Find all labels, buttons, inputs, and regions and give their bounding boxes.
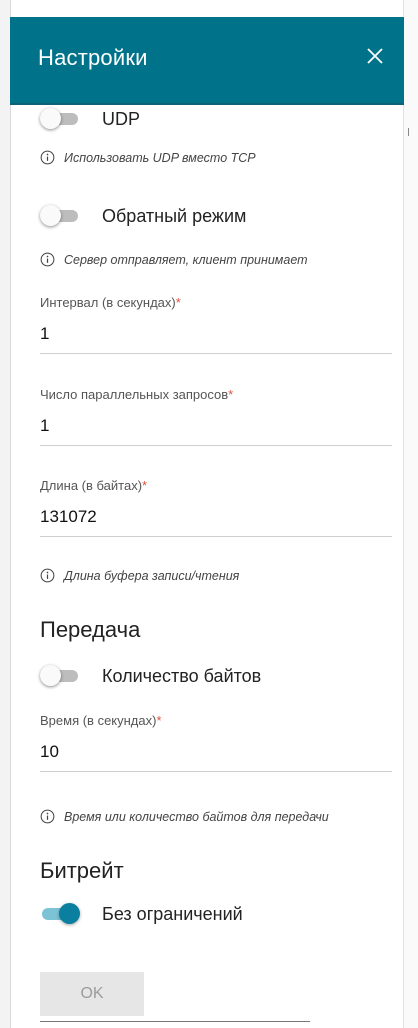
interval-label: Интервал (в секундах)* — [40, 295, 181, 310]
time-field: Время (в секундах)* 10 — [40, 713, 392, 772]
unlimited-label: Без ограничений — [102, 903, 243, 924]
footer-divider — [40, 1021, 310, 1022]
length-label: Длина (в байтах)* — [40, 478, 148, 493]
parallel-input[interactable]: 1 — [40, 416, 392, 436]
udp-hint-text: Использовать UDP вместо TCP — [64, 150, 256, 165]
left-edge — [0, 0, 11, 1028]
info-icon — [40, 809, 55, 824]
toggle-knob — [59, 903, 80, 924]
udp-label: UDP — [102, 108, 141, 129]
unlimited-row: Без ограничений — [40, 902, 243, 926]
ok-button[interactable]: OK — [40, 972, 144, 1016]
udp-toggle[interactable] — [40, 107, 80, 131]
length-hint: Длина буфера записи/чтения — [40, 568, 239, 583]
reverse-label: Обратный режим — [102, 205, 247, 226]
length-input[interactable]: 131072 — [40, 507, 392, 527]
dialog-header: Настройки — [10, 17, 404, 105]
bitrate-heading: Битрейт — [40, 858, 124, 883]
transfer-heading: Передача — [40, 617, 141, 642]
time-hint: Время или количество байтов для передачи — [40, 809, 329, 824]
toggle-knob — [40, 665, 61, 686]
time-hint-text: Время или количество байтов для передачи — [64, 809, 329, 824]
bytes-label: Количество байтов — [102, 665, 262, 686]
time-label: Время (в секундах)* — [40, 713, 162, 728]
reverse-row: Обратный режим — [40, 204, 246, 228]
udp-hint: Использовать UDP вместо TCP — [40, 150, 256, 165]
reverse-hint: Сервер отправляет, клиент принимает — [40, 252, 308, 267]
input-underline — [40, 353, 392, 354]
right-edge — [403, 0, 418, 1028]
interval-field: Интервал (в секундах)* 1 — [40, 295, 392, 354]
input-underline — [40, 771, 392, 772]
parallel-label: Число параллельных запросов* — [40, 387, 234, 402]
unlimited-toggle[interactable] — [40, 902, 80, 926]
udp-row: UDP — [40, 107, 140, 131]
bytes-toggle[interactable] — [40, 664, 80, 688]
input-underline — [40, 445, 392, 446]
reverse-toggle[interactable] — [40, 204, 80, 228]
edge-tick — [408, 128, 409, 136]
info-icon — [40, 252, 55, 267]
time-input[interactable]: 10 — [40, 742, 392, 762]
reverse-hint-text: Сервер отправляет, клиент принимает — [64, 252, 308, 267]
bytes-row: Количество байтов — [40, 664, 261, 688]
close-button[interactable] — [362, 43, 388, 69]
input-underline — [40, 536, 392, 537]
length-hint-text: Длина буфера записи/чтения — [64, 568, 240, 583]
close-icon — [367, 48, 383, 64]
toggle-knob — [40, 205, 61, 226]
dialog-title: Настройки — [38, 45, 148, 70]
length-field: Длина (в байтах)* 131072 — [40, 478, 392, 537]
interval-input[interactable]: 1 — [40, 324, 392, 344]
info-icon — [40, 568, 55, 583]
toggle-knob — [40, 108, 61, 129]
parallel-field: Число параллельных запросов* 1 — [40, 387, 392, 446]
info-icon — [40, 150, 55, 165]
